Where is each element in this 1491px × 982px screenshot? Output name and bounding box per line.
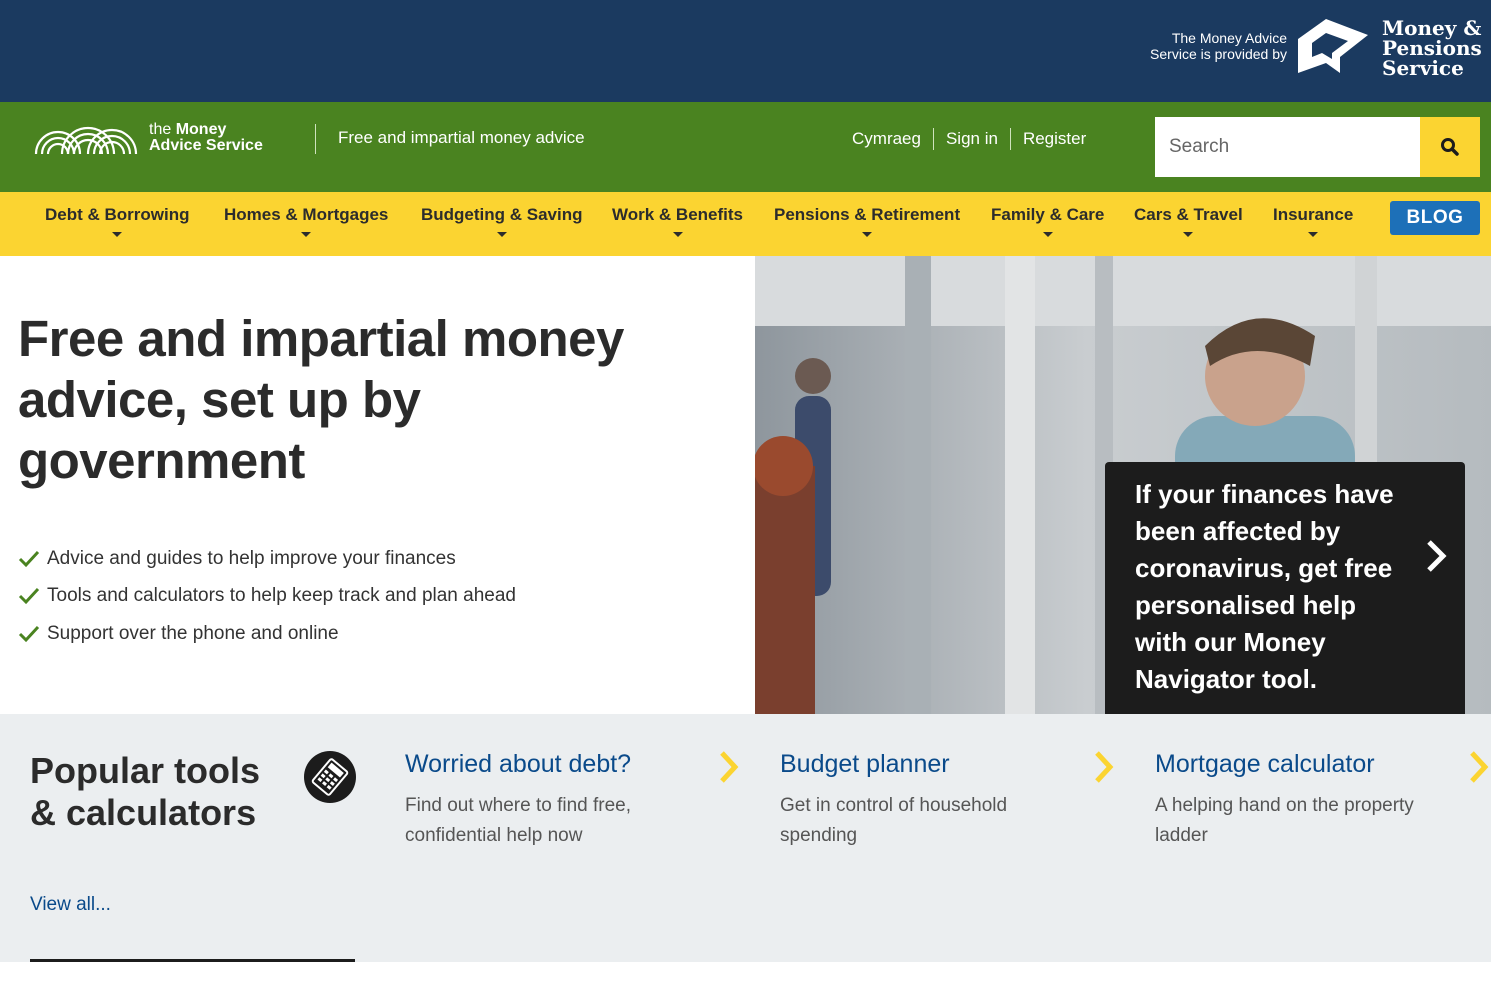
chevron-right-icon[interactable] [1468,750,1490,784]
caret-down-icon [112,232,123,237]
chevron-right-icon [1427,540,1447,572]
list-item: Tools and calculators to help keep track… [18,578,516,616]
maps-banner: The Money Advice Service is provided by … [0,0,1491,102]
logo-the: the [149,121,172,138]
maps-provided-line-2: Service is provided by [1150,46,1287,62]
header-links: Cymraeg Sign in Register [840,128,1098,150]
coronavirus-promo[interactable]: If your finances have been affected by c… [1105,462,1465,714]
nav-label: Budgeting & Saving [421,205,583,224]
maps-provided-line-1: The Money Advice [1171,30,1287,46]
tool-card-debt[interactable]: Worried about debt? Find out where to fi… [405,750,740,851]
nav-label: Cars & Travel [1134,205,1243,224]
caret-down-icon [496,232,507,237]
register-link[interactable]: Register [1011,129,1098,149]
rainbow-arcs-icon [34,126,138,155]
hero-intro: Free and impartial money advice, set up … [0,256,755,714]
nav-item-homes-mortgages[interactable]: Homes & Mortgages [224,205,388,237]
tools-heading: Popular tools & calculators [30,750,261,833]
cymraeg-link[interactable]: Cymraeg [840,129,933,149]
blog-button[interactable]: BLOG [1390,201,1480,235]
promo-text: If your finances have been affected by c… [1135,479,1394,694]
chevron-right-icon[interactable] [1093,750,1115,784]
nav-item-cars-travel[interactable]: Cars & Travel [1134,205,1243,237]
header-divider [315,124,316,154]
tools-rule [30,959,355,962]
maps-logo-line-3: Service [1382,56,1464,80]
tool-title[interactable]: Worried about debt? [405,750,740,779]
caret-down-icon [1042,232,1053,237]
hero-photo[interactable]: If your finances have been affected by c… [755,256,1491,714]
search-button[interactable] [1420,117,1480,177]
tool-description: A helping hand on the property ladder [1155,795,1414,846]
logo-money: Money [175,121,227,138]
nav-label: Family & Care [991,205,1105,224]
nav-item-debt-borrowing[interactable]: Debt & Borrowing [45,205,190,237]
bullet-text: Tools and calculators to help keep track… [47,585,516,607]
tick-icon [18,588,40,605]
nav-item-pensions-retirement[interactable]: Pensions & Retirement [774,205,960,237]
search-input[interactable] [1155,117,1420,177]
mas-logo[interactable]: the Money Advice Service [32,116,282,160]
nav-label: Pensions & Retirement [774,205,961,224]
tool-description: Find out where to find free, confidentia… [405,795,632,846]
tool-card-budget-planner[interactable]: Budget planner Get in control of househo… [780,750,1115,851]
sign-in-link[interactable]: Sign in [934,129,1010,149]
maps-logo-icon[interactable] [1296,17,1370,75]
header-tagline: Free and impartial money advice [338,128,585,147]
hero-bullets: Advice and guides to help improve your f… [18,540,516,653]
list-item: Support over the phone and online [18,615,516,653]
caret-down-icon [1183,232,1194,237]
nav-item-work-benefits[interactable]: Work & Benefits [612,205,743,237]
maps-logo-text[interactable]: Money & Pensions Service [1382,18,1482,78]
main-nav: Debt & Borrowing Homes & Mortgages Budge… [0,192,1491,256]
hero-title: Free and impartial money advice, set up … [18,310,624,489]
site-header: the Money Advice Service Free and impart… [0,102,1491,192]
nav-item-budgeting-saving[interactable]: Budgeting & Saving [421,205,583,237]
bullet-text: Advice and guides to help improve your f… [47,547,456,569]
maps-logo-line-1: Money & [1382,16,1482,40]
popular-tools-section: Popular tools & calculators View all... … [0,714,1491,962]
caret-down-icon [301,232,312,237]
bullet-text: Support over the phone and online [47,622,339,644]
tool-card-mortgage-calculator[interactable]: Mortgage calculator A helping hand on th… [1155,750,1490,851]
mas-wordmark: the Money Advice Service [149,122,263,154]
tool-description: Get in control of household spending [780,795,1008,846]
nav-item-insurance[interactable]: Insurance [1273,205,1353,237]
chevron-right-icon[interactable] [718,750,740,784]
list-item: Advice and guides to help improve your f… [18,540,516,578]
caret-down-icon [1308,232,1319,237]
nav-item-family-care[interactable]: Family & Care [991,205,1104,237]
tool-title[interactable]: Mortgage calculator [1155,750,1490,779]
nav-label: Homes & Mortgages [224,205,389,224]
calculator-icon [304,751,356,803]
caret-down-icon [862,232,873,237]
search-icon [1441,138,1459,156]
nav-label: Work & Benefits [612,205,743,224]
nav-label: Insurance [1273,205,1354,224]
tick-icon [18,625,40,642]
maps-provided-by-text: The Money Advice Service is provided by [1150,30,1287,62]
caret-down-icon [672,232,683,237]
nav-label: Debt & Borrowing [45,205,190,224]
view-all-link[interactable]: View all... [30,894,111,916]
maps-logo-line-2: Pensions [1382,36,1482,60]
tool-title[interactable]: Budget planner [780,750,1115,779]
tick-icon [18,550,40,567]
logo-advice-service: Advice Service [149,137,263,154]
